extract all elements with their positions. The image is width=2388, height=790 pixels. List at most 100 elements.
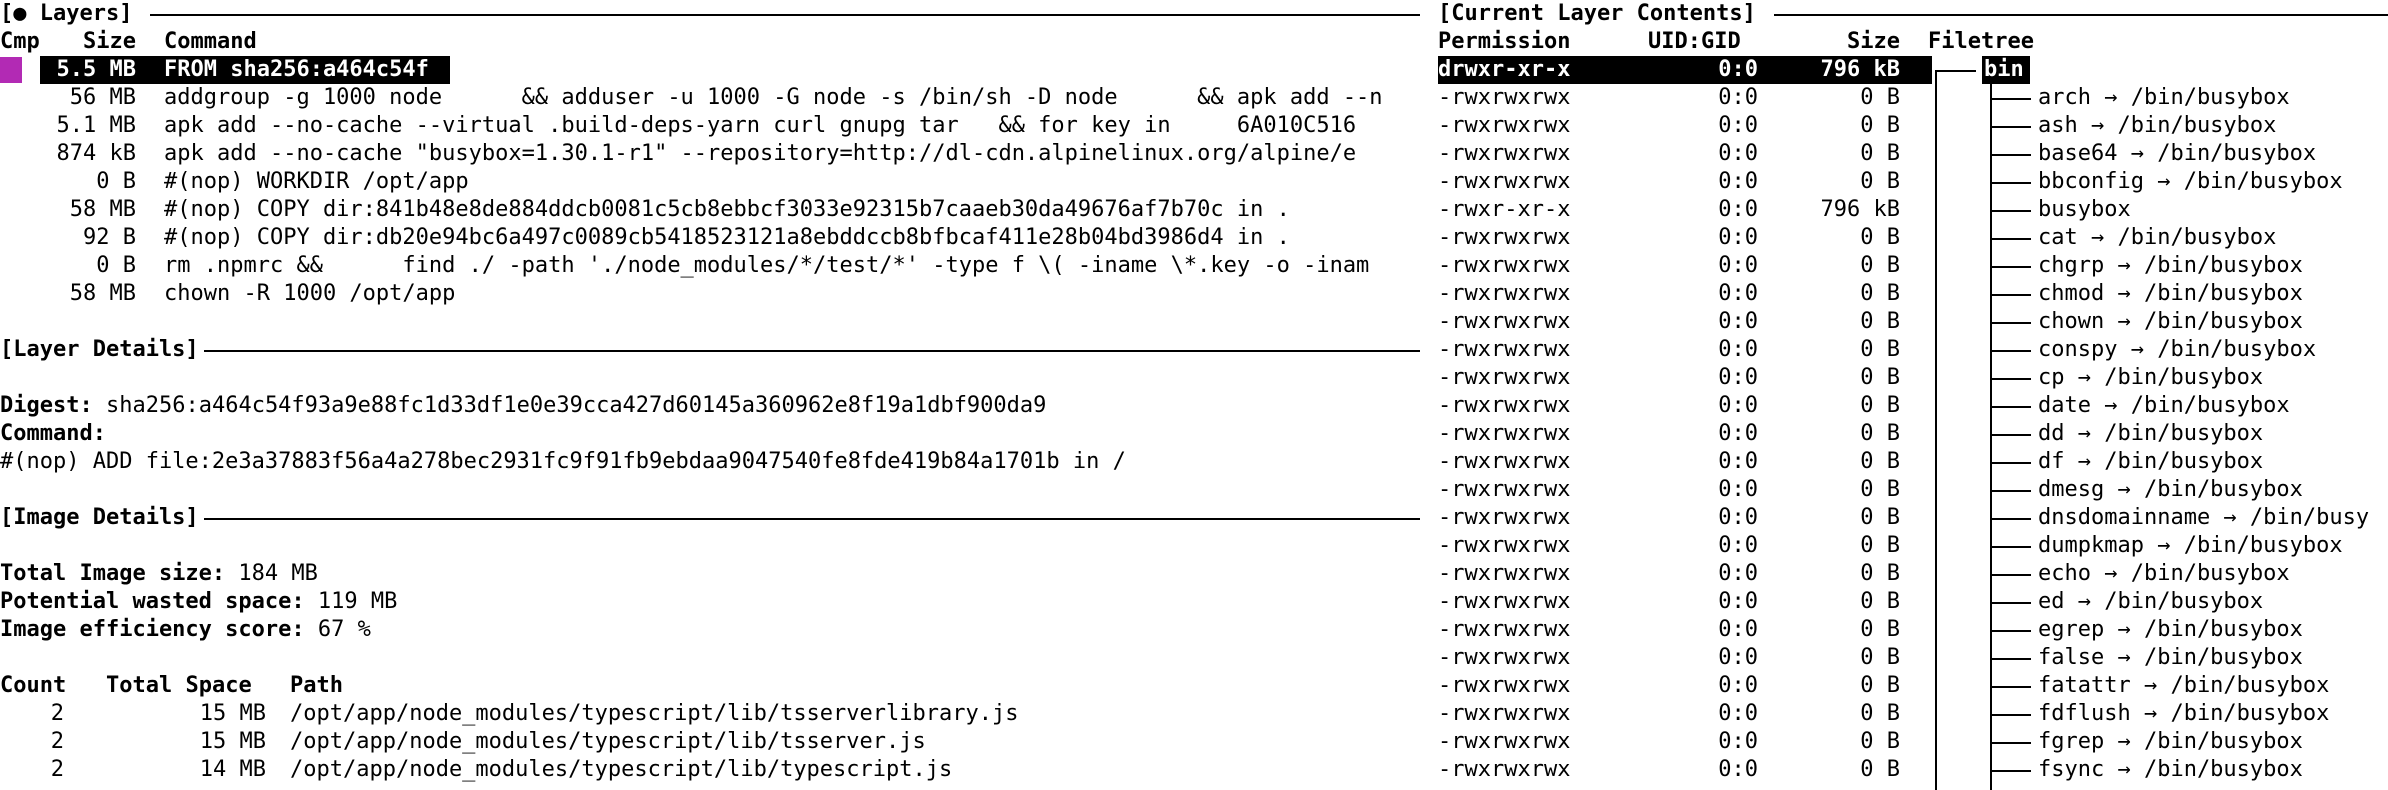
tree-branch (1936, 70, 1976, 72)
file-name[interactable]: chown → /bin/busybox (2038, 308, 2303, 336)
efficiency-value: 67 % (317, 617, 371, 642)
filetree-row[interactable]: -rwxrwxrwx 0:0 0 B dmesg → /bin/busybox (1438, 476, 2388, 504)
tree-branch (1991, 294, 2031, 296)
file-size: 0 B (1860, 449, 1900, 474)
file-uidgid: 0:0 (1718, 589, 1758, 614)
layer-row[interactable]: 58 MB #(nop) COPY dir:841b48e8de884ddcb00… (0, 196, 1430, 224)
file-name[interactable]: cat → /bin/busybox (2038, 224, 2276, 252)
filetree-row[interactable]: -rwxrwxrwx 0:0 0 B dd → /bin/busybox (1438, 420, 2388, 448)
efficiency-line: Image efficiency score: 67 % (0, 616, 371, 644)
layer-command: chown -R 1000 /opt/app (164, 281, 456, 306)
file-name[interactable]: dd → /bin/busybox (2038, 420, 2263, 448)
layer-row[interactable]: 874 kB apk add --no-cache "busybox=1.30.1… (0, 140, 1430, 168)
file-name[interactable]: busybox (2038, 196, 2131, 224)
layer-command: apk add --no-cache "busybox=1.30.1-r1" -… (164, 141, 1357, 166)
file-name[interactable]: base64 → /bin/busybox (2038, 140, 2316, 168)
file-name[interactable]: echo → /bin/busybox (2038, 560, 2290, 588)
file-uidgid: 0:0 (1718, 757, 1758, 782)
layer-command: addgroup -g 1000 node && adduser -u 1000… (164, 85, 1383, 110)
file-name[interactable]: fsync → /bin/busybox (2038, 756, 2303, 784)
file-permission: -rwxrwxrwx (1438, 673, 1571, 698)
file-permission: -rwxrwxrwx (1438, 141, 1571, 166)
file-permission: -rwxrwxrwx (1438, 533, 1571, 558)
filetree-row[interactable]: -rwxrwxrwx 0:0 0 B fatattr → /bin/busybox (1438, 672, 2388, 700)
layer-row[interactable]: 56 MB addgroup -g 1000 node && adduser -u… (0, 84, 1430, 112)
file-name[interactable]: egrep → /bin/busybox (2038, 616, 2303, 644)
file-name[interactable]: chgrp → /bin/busybox (2038, 252, 2303, 280)
file-name[interactable]: bbconfig → /bin/busybox (2038, 168, 2343, 196)
filetree-row[interactable]: -rwxrwxrwx 0:0 0 B dumpkmap → /bin/busybox (1438, 532, 2388, 560)
tree-branch (1991, 154, 2031, 156)
filetree-row[interactable]: -rwxrwxrwx 0:0 0 B base64 → /bin/busybox (1438, 140, 2388, 168)
layer-size: 58 MB (69, 197, 136, 222)
filetree-row[interactable]: -rwxrwxrwx 0:0 0 B fgrep → /bin/busybox (1438, 728, 2388, 756)
layer-size: 5.5 MB (56, 57, 136, 82)
file-size: 0 B (1860, 421, 1900, 446)
file-name[interactable]: cp → /bin/busybox (2038, 364, 2263, 392)
tree-branch (1991, 462, 2031, 464)
file-uidgid: 0:0 (1718, 253, 1758, 278)
file-name[interactable]: arch → /bin/busybox (2038, 84, 2290, 112)
filetree-row[interactable]: -rwxrwxrwx 0:0 0 B cp → /bin/busybox (1438, 364, 2388, 392)
filetree-row[interactable]: -rwxrwxrwx 0:0 0 B chgrp → /bin/busybox (1438, 252, 2388, 280)
tree-branch (1991, 658, 2031, 660)
wasted-space: 15 MB (199, 701, 266, 726)
layer-size: 92 B (83, 225, 136, 250)
file-permission: -rwxrwxrwx (1438, 85, 1571, 110)
layer-row[interactable]: 0 B rm .npmrc && find ./ -path './node_mo… (0, 252, 1430, 280)
filetree-row[interactable]: -rwxrwxrwx 0:0 0 B arch → /bin/busybox (1438, 84, 2388, 112)
file-size: 0 B (1860, 169, 1900, 194)
tree-branch (1991, 238, 2031, 240)
file-permission: drwxr-xr-x (1438, 57, 1571, 82)
file-uidgid: 0:0 (1718, 169, 1758, 194)
file-name[interactable]: fdflush → /bin/busybox (2038, 700, 2329, 728)
layer-row[interactable]: 5.1 MB apk add --no-cache --virtual .buil… (0, 112, 1430, 140)
filetree-row[interactable]: -rwxrwxrwx 0:0 0 B df → /bin/busybox (1438, 448, 2388, 476)
file-size: 0 B (1860, 561, 1900, 586)
filetree-row[interactable]: -rwxrwxrwx 0:0 0 B ash → /bin/busybox (1438, 112, 2388, 140)
file-name[interactable]: dumpkmap → /bin/busybox (2038, 532, 2343, 560)
file-name[interactable]: ash → /bin/busybox (2038, 112, 2276, 140)
filetree-row[interactable]: -rwxr-xr-x 0:0 796 kB busybox (1438, 196, 2388, 224)
tree-branch (1991, 630, 2031, 632)
layer-row[interactable]: 0 B #(nop) WORKDIR /opt/app (0, 168, 1430, 196)
tree-branch (1991, 518, 2031, 520)
filetree-row[interactable]: -rwxrwxrwx 0:0 0 B fdflush → /bin/busybox (1438, 700, 2388, 728)
file-name[interactable]: dnsdomainname → /bin/busy (2038, 504, 2369, 532)
filetree-row[interactable]: -rwxrwxrwx 0:0 0 B echo → /bin/busybox (1438, 560, 2388, 588)
file-permission: -rwxrwxrwx (1438, 561, 1571, 586)
filetree-row[interactable]: -rwxrwxrwx 0:0 0 B fsync → /bin/busybox (1438, 756, 2388, 784)
file-name[interactable]: false → /bin/busybox (2038, 644, 2303, 672)
layer-row[interactable]: 92 B #(nop) COPY dir:db20e94bc6a497c0089c… (0, 224, 1430, 252)
file-name[interactable]: chmod → /bin/busybox (2038, 280, 2303, 308)
file-name[interactable]: conspy → /bin/busybox (2038, 336, 2316, 364)
total-size-value: 184 MB (238, 561, 318, 586)
filetree-row[interactable]: -rwxrwxrwx 0:0 0 B bbconfig → /bin/busybox (1438, 168, 2388, 196)
filetree-row[interactable]: -rwxrwxrwx 0:0 0 B egrep → /bin/busybox (1438, 616, 2388, 644)
file-name[interactable]: date → /bin/busybox (2038, 392, 2290, 420)
filetree-row-selected[interactable]: drwxr-xr-x 0:0 796 kB bin (1438, 56, 2388, 84)
layer-row[interactable]: 58 MB chown -R 1000 /opt/app (0, 280, 1430, 308)
file-size: 0 B (1860, 281, 1900, 306)
wasted-file-row: 2 15 MB/opt/app/node_modules/typescript/l… (0, 700, 1430, 728)
filetree-row[interactable]: -rwxrwxrwx 0:0 0 B false → /bin/busybox (1438, 644, 2388, 672)
file-name[interactable]: dmesg → /bin/busybox (2038, 476, 2303, 504)
tree-branch (1991, 490, 2031, 492)
file-name[interactable]: df → /bin/busybox (2038, 448, 2263, 476)
filetree-row[interactable]: -rwxrwxrwx 0:0 0 B ed → /bin/busybox (1438, 588, 2388, 616)
file-name[interactable]: bin (1984, 56, 2024, 84)
tree-branch (1991, 602, 2031, 604)
filetree-row[interactable]: -rwxrwxrwx 0:0 0 B date → /bin/busybox (1438, 392, 2388, 420)
filetree-row[interactable]: -rwxrwxrwx 0:0 0 B conspy → /bin/busybox (1438, 336, 2388, 364)
filetree-row[interactable]: -rwxrwxrwx 0:0 0 B cat → /bin/busybox (1438, 224, 2388, 252)
file-permission: -rwxrwxrwx (1438, 253, 1571, 278)
layer-row[interactable]: 5.5 MB FROM sha256:a464c54f (0, 56, 1430, 84)
filetree-row[interactable]: -rwxrwxrwx 0:0 0 B chown → /bin/busybox (1438, 308, 2388, 336)
file-name[interactable]: fgrep → /bin/busybox (2038, 728, 2303, 756)
file-name[interactable]: ed → /bin/busybox (2038, 588, 2263, 616)
tree-branch (1991, 434, 2031, 436)
filetree-row[interactable]: -rwxrwxrwx 0:0 0 B chmod → /bin/busybox (1438, 280, 2388, 308)
file-uidgid: 0:0 (1718, 57, 1758, 82)
filetree-row[interactable]: -rwxrwxrwx 0:0 0 B dnsdomainname → /bin/bus… (1438, 504, 2388, 532)
file-name[interactable]: fatattr → /bin/busybox (2038, 672, 2329, 700)
